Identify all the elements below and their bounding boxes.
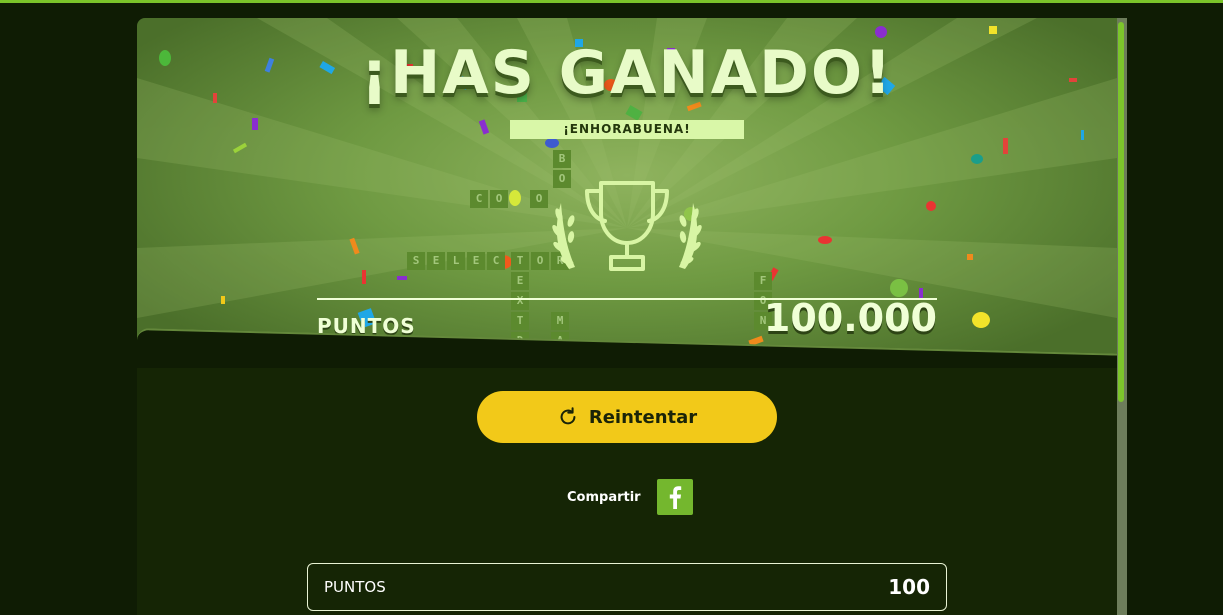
- scrollbar-thumb[interactable]: [1118, 22, 1124, 402]
- facebook-icon: [669, 486, 681, 509]
- board-tile: O: [530, 190, 548, 208]
- board-tile: E: [467, 252, 485, 270]
- board-tile: C: [487, 252, 505, 270]
- board-tile: O: [490, 190, 508, 208]
- board-tile: E: [511, 272, 529, 290]
- score-summary: PUNTOS 100: [307, 563, 947, 611]
- victory-title: ¡HAS GANADO!: [360, 38, 894, 108]
- score-label: PUNTOS: [324, 578, 386, 596]
- board-tile: S: [407, 252, 425, 270]
- scrollbar[interactable]: [1117, 18, 1127, 615]
- retry-label: Reintentar: [588, 406, 698, 428]
- share-label: Compartir: [567, 489, 641, 505]
- points-value: 100.000: [763, 296, 937, 340]
- retry-button[interactable]: Reintentar: [477, 391, 777, 443]
- board-tile: L: [447, 252, 465, 270]
- board-tile: T: [511, 312, 529, 330]
- board-tile: T: [511, 252, 529, 270]
- congrats-subtitle: ¡ENHORABUENA!: [510, 120, 744, 139]
- board-tile: B: [553, 150, 571, 168]
- share-row: Compartir: [567, 479, 693, 515]
- victory-banner: ¡HAS GANADO! ¡ENHORABUENA! C O O B O S E…: [137, 18, 1117, 368]
- board-tile: O: [531, 252, 549, 270]
- refresh-icon: [560, 407, 576, 425]
- trophy-icon: [552, 181, 702, 271]
- board-tile: X: [511, 292, 529, 310]
- top-accent-bar: [0, 0, 1223, 3]
- result-panel: ¡HAS GANADO! ¡ENHORABUENA! C O O B O S E…: [137, 18, 1127, 615]
- board-tile: M: [551, 312, 569, 330]
- facebook-share-button[interactable]: [656, 479, 693, 515]
- board-tile: C: [470, 190, 488, 208]
- score-value: 100: [888, 575, 930, 599]
- board-tile: F: [754, 272, 772, 290]
- board-tile: E: [427, 252, 445, 270]
